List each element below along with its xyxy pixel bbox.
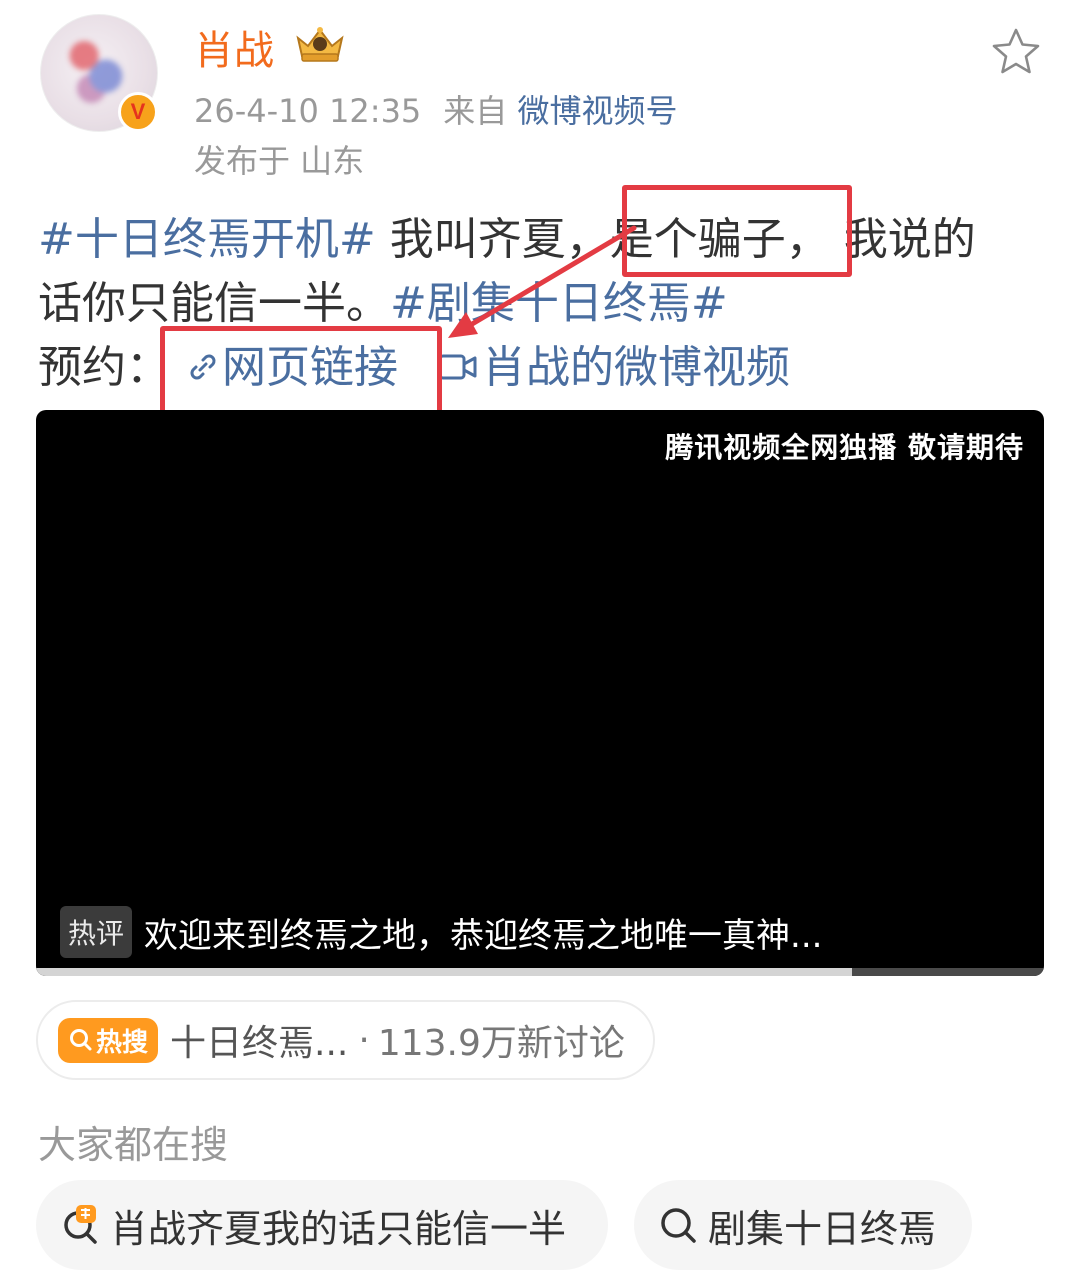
- post-meta: 26-4-10 12:35 来自 微博视频号: [194, 86, 677, 132]
- reserve-label: 预约：: [38, 342, 170, 393]
- search-icon: [70, 1029, 92, 1051]
- hot-comment-text: 欢迎来到终焉之地，恭迎终焉之地唯一真神...: [144, 915, 823, 956]
- related-search-label: 肖战齐夏我的话只能信一半: [110, 1206, 567, 1251]
- post-date: 26-4-10 12:35: [194, 92, 422, 130]
- post-location: 发布于 山东: [194, 142, 365, 180]
- related-search-item[interactable]: 剧集十日终焉: [634, 1180, 972, 1270]
- annotation-box-highlight: [622, 185, 852, 277]
- video-player[interactable]: 腾讯视频全网独播 敬请期待 热评 欢迎来到终焉之地，恭迎终焉之地唯一真神...: [36, 410, 1044, 976]
- annotation-box-weblink: [160, 326, 442, 420]
- video-progress-fill: [36, 968, 853, 976]
- hot-search-icon: [64, 1205, 97, 1244]
- hot-search-pill[interactable]: 热搜 十日终焉... · 113.9万新讨论: [36, 1000, 655, 1080]
- video-link-label: 肖战的微博视频: [482, 342, 790, 393]
- hot-search-count: 113.9万新讨论: [377, 1023, 625, 1064]
- crown-badge-icon: [296, 27, 344, 62]
- hot-search-separator: ·: [358, 1019, 370, 1061]
- source-prefix: 来自: [443, 92, 508, 130]
- author-name[interactable]: 肖战: [194, 18, 274, 76]
- topic-tag-juji[interactable]: #剧集十日终焉#: [390, 278, 728, 329]
- search-icon: [661, 1208, 696, 1243]
- favorite-star-icon[interactable]: [990, 26, 1042, 78]
- video-progress-bar[interactable]: [36, 968, 1044, 976]
- hot-search-badge: 热搜: [58, 1017, 159, 1063]
- topic-tag-kaiji[interactable]: #十日终焉开机#: [38, 214, 376, 265]
- post-text-segment: 我叫齐夏，: [375, 214, 610, 265]
- related-search-item[interactable]: 肖战齐夏我的话只能信一半: [36, 1180, 608, 1270]
- hot-search-topic: 十日终焉...: [170, 1023, 349, 1064]
- post-line-1: #十日终焉开机# 我叫齐夏，是个骗子， 我说的: [38, 208, 1048, 272]
- video-link[interactable]: 肖战的微博视频: [438, 342, 790, 393]
- related-search-label: 剧集十日终焉: [708, 1206, 937, 1251]
- related-searches-title: 大家都在搜: [38, 1123, 229, 1167]
- hot-search-badge-label: 热搜: [96, 1027, 149, 1058]
- hot-comment[interactable]: 热评 欢迎来到终焉之地，恭迎终焉之地唯一真神...: [60, 906, 822, 958]
- post-text-segment: 话你只能信一半。: [38, 278, 390, 329]
- post-source-link[interactable]: 微博视频号: [517, 92, 677, 130]
- video-watermark: 腾讯视频全网独播 敬请期待: [665, 431, 1024, 464]
- video-camera-icon: [438, 354, 477, 380]
- hot-comment-label: 热评: [60, 906, 133, 958]
- verified-badge-icon: V: [118, 92, 158, 132]
